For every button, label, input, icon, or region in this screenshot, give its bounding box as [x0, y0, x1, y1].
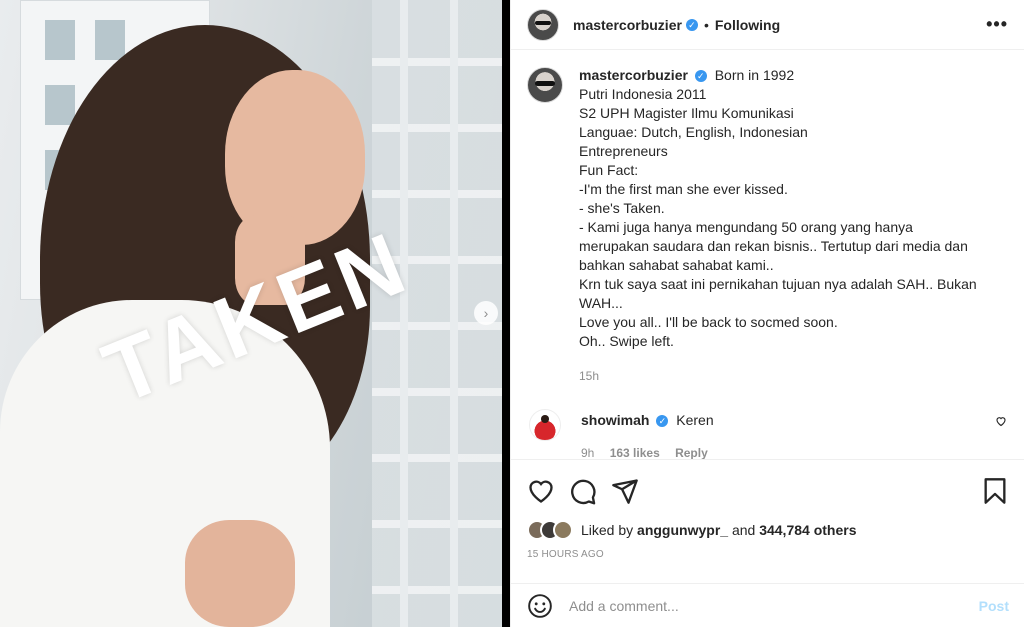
caption-avatar[interactable] [527, 67, 563, 103]
more-options-icon[interactable]: ••• [986, 14, 1008, 35]
post-side-panel: mastercorbuzier ✓ • Following ••• master… [510, 0, 1024, 627]
caption-line: Oh.. Swipe left. [579, 333, 674, 349]
caption-body: mastercorbuzier ✓ Born in 1992 Putri Ind… [579, 67, 977, 386]
comment-likes[interactable]: 163 likes [610, 446, 660, 459]
caption-line: Krn tuk saya saat ini pernikahan tujuan … [579, 276, 977, 292]
caption-line: Born in 1992 [714, 67, 795, 83]
caption-time[interactable]: 15h [579, 367, 977, 386]
caption-line: Languae: Dutch, English, Indonesian [579, 124, 808, 140]
caption-line: WAH... [579, 295, 623, 311]
post-media[interactable]: TAKEN › [0, 0, 510, 627]
caption-line: Entrepreneurs [579, 143, 668, 159]
chevron-right-icon: › [483, 305, 489, 321]
comment-username[interactable]: showimah [581, 412, 649, 428]
header-username[interactable]: mastercorbuzier [573, 17, 682, 33]
comment-time[interactable]: 9h [581, 446, 594, 459]
comment-icon[interactable] [569, 477, 597, 505]
caption-line: Love you all.. I'll be back to socmed so… [579, 314, 838, 330]
liked-and-label: and [731, 522, 756, 538]
action-icons [527, 476, 1009, 506]
verified-badge-icon: ✓ [656, 415, 669, 428]
separator-dot: • [703, 16, 709, 33]
building-window [95, 20, 125, 60]
post-photo: TAKEN [0, 0, 502, 627]
next-slide-button[interactable]: › [474, 301, 498, 325]
comment-item: showimah ✓ Keren 9h 163 likes Reply [527, 409, 1009, 459]
emoji-icon[interactable] [527, 593, 553, 619]
reply-button[interactable]: Reply [675, 446, 708, 459]
liked-others-count[interactable]: 344,784 others [759, 522, 856, 538]
liked-by-label: Liked by [581, 522, 634, 538]
post-actions: Liked by anggunwypr_ and 344,784 others … [511, 459, 1024, 583]
comment-body: Keren [676, 412, 714, 428]
liked-by-user[interactable]: anggunwypr_ [637, 522, 728, 538]
hand [185, 520, 295, 627]
caption-line: Fun Fact: [579, 162, 639, 178]
caption-line: merupakan saudara dan rekan bisnis.. Ter… [579, 238, 968, 254]
caption-line: Putri Indonesia 2011 [579, 86, 707, 102]
like-heart-icon[interactable] [527, 477, 555, 505]
add-comment-bar: Post [511, 583, 1024, 627]
comments-section[interactable]: mastercorbuzier ✓ Born in 1992 Putri Ind… [511, 51, 1024, 459]
post-comment-button[interactable]: Post [979, 598, 1009, 614]
comment-like-heart-icon[interactable] [995, 415, 1007, 430]
add-comment-input[interactable] [569, 597, 979, 614]
building-window [45, 85, 75, 125]
liker-avatars [527, 520, 573, 540]
verified-badge-icon: ✓ [694, 70, 707, 83]
post-caption: mastercorbuzier ✓ Born in 1992 Putri Ind… [527, 67, 1009, 386]
caption-line: -I'm the first man she ever kissed. [579, 181, 788, 197]
verified-badge-icon: ✓ [685, 18, 698, 31]
window-mullion [450, 0, 458, 627]
avatar[interactable] [553, 520, 573, 540]
caption-line: bahkan sahabat sahabat kami.. [579, 257, 774, 273]
building-window [45, 20, 75, 60]
comment-text: showimah ✓ Keren [581, 412, 720, 428]
bookmark-icon[interactable] [981, 477, 1009, 505]
comment-avatar[interactable] [529, 409, 561, 441]
caption-line: - she's Taken. [579, 200, 665, 216]
caption-line: - Kami juga hanya mengundang 50 orang ya… [579, 219, 913, 235]
share-icon[interactable] [611, 477, 639, 505]
following-button[interactable]: Following [715, 17, 780, 33]
comment-meta: 9h 163 likes Reply [581, 446, 720, 459]
post-header: mastercorbuzier ✓ • Following ••• [511, 0, 1024, 50]
caption-line: S2 UPH Magister Ilmu Komunikasi [579, 105, 794, 121]
likes-summary: Liked by anggunwypr_ and 344,784 others [527, 520, 1009, 540]
avatar[interactable] [527, 8, 559, 41]
caption-username[interactable]: mastercorbuzier [579, 67, 688, 83]
post-timestamp[interactable]: 15 HOURS AGO [527, 549, 1009, 560]
